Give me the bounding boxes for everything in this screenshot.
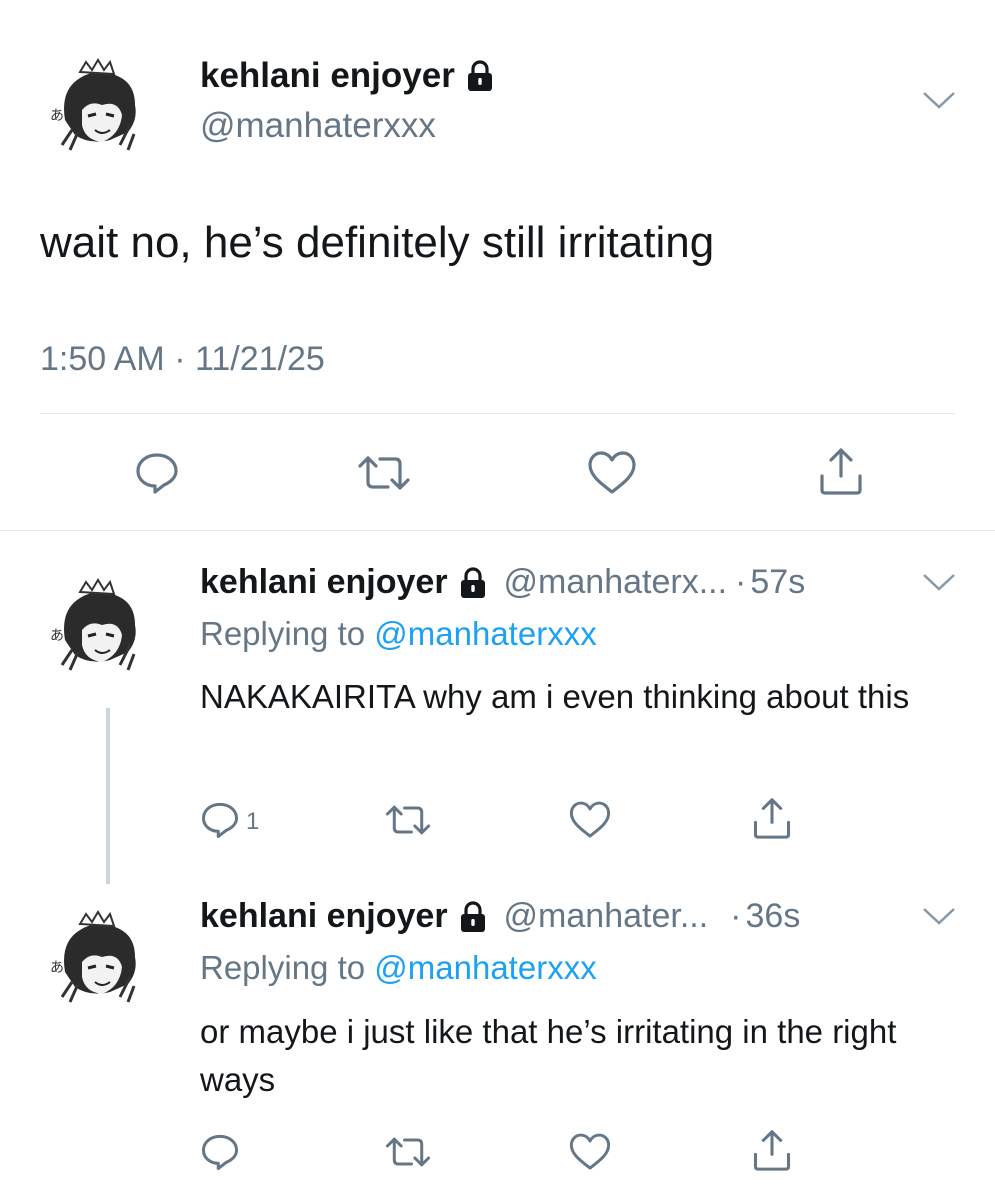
divider <box>40 413 955 414</box>
share-button[interactable] <box>752 1128 792 1172</box>
share-button[interactable] <box>818 446 864 496</box>
display-name[interactable]: kehlani enjoyer <box>200 563 448 602</box>
mention-link[interactable]: @manhaterxxx <box>374 949 596 986</box>
retweet-icon <box>385 1137 431 1167</box>
chevron-down-icon[interactable] <box>922 572 956 592</box>
reply-icon <box>136 453 178 494</box>
divider <box>0 530 995 531</box>
avatar[interactable]: あ <box>40 50 158 168</box>
reply-text: or maybe i just like that he’s irritatin… <box>200 1013 897 1098</box>
reply-button[interactable] <box>134 450 180 496</box>
like-button[interactable] <box>568 1132 612 1172</box>
display-name[interactable]: kehlani enjoyer <box>200 897 448 936</box>
like-button[interactable] <box>586 450 638 496</box>
reply-header: kehlani enjoyer @manhaterx... · 57s <box>200 563 805 602</box>
share-icon <box>753 1130 791 1171</box>
share-icon <box>820 448 862 495</box>
chevron-down-icon[interactable] <box>922 906 956 926</box>
replying-to: Replying to @manhaterxxx <box>200 949 597 987</box>
heart-icon <box>569 801 611 838</box>
reply-text: NAKAKAIRITA why am i even thinking about… <box>200 678 910 715</box>
replying-prefix: Replying to <box>200 615 366 652</box>
retweet-button[interactable] <box>356 452 412 494</box>
handle[interactable]: @manhaterx... <box>504 563 728 602</box>
svg-text:あ: あ <box>50 108 64 124</box>
svg-text:あ: あ <box>50 628 64 644</box>
reply-icon <box>201 802 239 839</box>
replying-prefix: Replying to <box>200 949 366 986</box>
reply-time[interactable]: 36s <box>746 897 801 936</box>
separator-dot: · <box>735 563 747 601</box>
reply-button[interactable]: 1 <box>200 800 259 840</box>
reply-header: kehlani enjoyer @manhater... · 36s <box>200 897 800 936</box>
svg-text:あ: あ <box>50 960 64 976</box>
lock-icon <box>458 566 488 599</box>
avatar[interactable]: あ <box>40 902 158 1020</box>
thread-line <box>106 708 110 884</box>
separator-dot: · <box>730 897 742 935</box>
reply-button[interactable] <box>200 1132 240 1172</box>
handle[interactable]: @manhaterxxx <box>200 106 436 146</box>
tweet-text: wait no, he’s definitely still irritatin… <box>40 218 715 267</box>
avatar[interactable]: あ <box>40 570 158 688</box>
display-name[interactable]: kehlani enjoyer <box>200 56 495 96</box>
reply-icon <box>201 1134 239 1171</box>
reply-time[interactable]: 57s <box>750 563 805 602</box>
heart-icon <box>588 451 636 494</box>
heart-icon <box>569 1133 611 1170</box>
retweet-button[interactable] <box>384 1134 432 1170</box>
retweet-button[interactable] <box>384 802 432 838</box>
tweet-timestamp[interactable]: 1:50 AM · 11/21/25 <box>40 340 325 379</box>
like-button[interactable] <box>568 800 612 840</box>
handle[interactable]: @manhater... <box>504 897 709 936</box>
mention-link[interactable]: @manhaterxxx <box>374 615 596 652</box>
lock-icon <box>458 900 488 933</box>
share-button[interactable] <box>752 796 792 840</box>
display-name-text: kehlani enjoyer <box>200 56 455 95</box>
replying-to: Replying to @manhaterxxx <box>200 615 597 653</box>
chevron-down-icon[interactable] <box>922 90 956 110</box>
retweet-icon <box>385 805 431 835</box>
reply-count: 1 <box>246 808 260 835</box>
retweet-icon <box>358 456 410 490</box>
share-icon <box>753 798 791 839</box>
lock-icon <box>465 60 495 92</box>
